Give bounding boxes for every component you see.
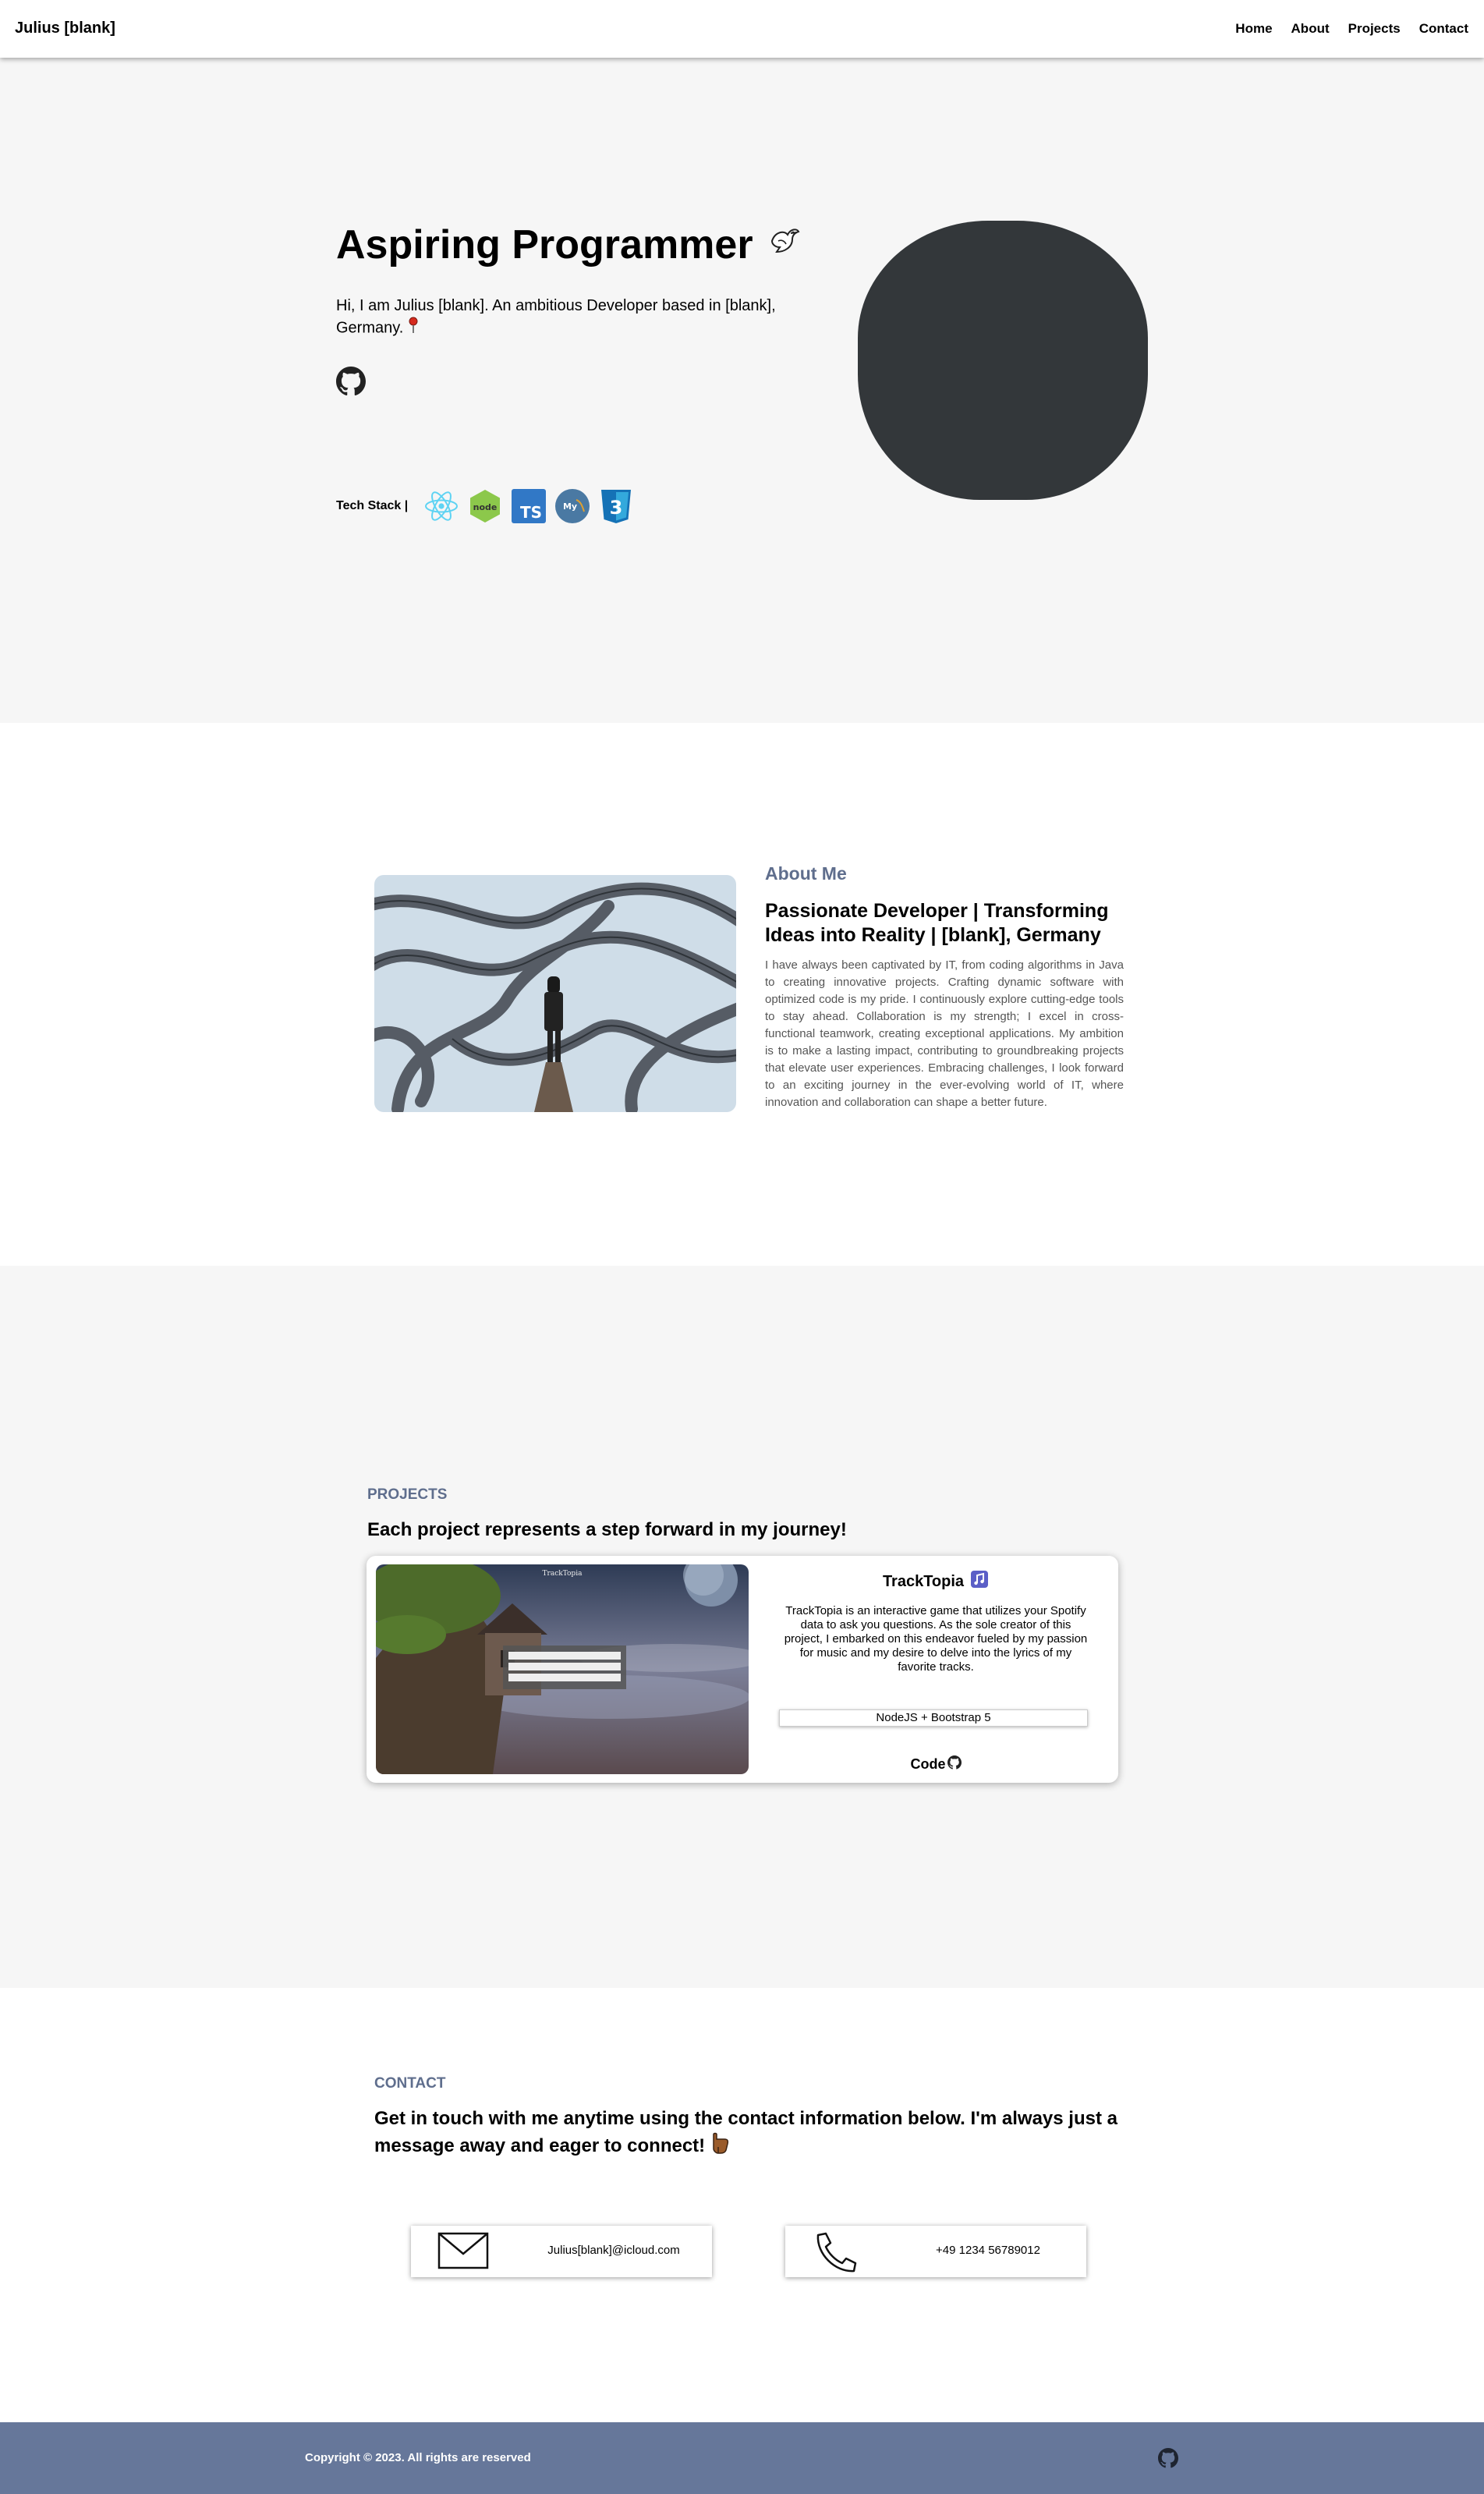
- nav-link-about[interactable]: About: [1291, 21, 1330, 37]
- footer: Copyright © 2023. All rights are reserve…: [0, 2422, 1484, 2494]
- tech-stack-label: Tech Stack |: [336, 499, 409, 512]
- contact-heading: Get in touch with me anytime using the c…: [374, 2106, 1139, 2162]
- react-icon: [423, 488, 459, 524]
- envelope-icon: [437, 2230, 489, 2275]
- typescript-icon: TS: [511, 488, 547, 524]
- project-stack: NodeJS + Bootstrap 5: [779, 1709, 1088, 1727]
- nav-link-contact[interactable]: Contact: [1419, 21, 1468, 37]
- svg-text:My: My: [563, 501, 577, 512]
- about-image: [374, 875, 736, 1112]
- pointing-down-icon: [710, 2131, 731, 2162]
- css3-icon: 3: [598, 488, 634, 524]
- tech-stack-icons: node TS My 3: [423, 488, 634, 524]
- svg-text:TS: TS: [520, 503, 542, 522]
- profile-image-placeholder: [858, 221, 1148, 500]
- github-icon[interactable]: [336, 367, 366, 400]
- project-thumbnail: TrackTopia: [376, 1564, 749, 1774]
- hero-intro: Hi, I am Julius [blank]. An ambitious De…: [336, 296, 804, 340]
- github-icon[interactable]: [1158, 2448, 1178, 2472]
- dove-icon: [767, 221, 802, 268]
- hero-title-text: Aspiring Programmer: [336, 222, 753, 267]
- phone-icon: [812, 2230, 859, 2278]
- pin-icon: [408, 317, 419, 340]
- email-contact-box[interactable]: Julius[blank]@icloud.com: [411, 2226, 712, 2277]
- tech-stack: Tech Stack | node TS My 3: [336, 488, 634, 524]
- svg-text:node: node: [473, 502, 498, 512]
- top-navbar: Julius [blank] Home About Projects Conta…: [0, 0, 1484, 58]
- project-card: TrackTopia TrackTopia TrackTopia is an i…: [367, 1556, 1118, 1783]
- projects-section: PROJECTS Each project represents a step …: [0, 1266, 1484, 1988]
- email-address[interactable]: Julius[blank]@icloud.com: [528, 2244, 699, 2257]
- brand-name[interactable]: Julius [blank]: [15, 19, 115, 37]
- nodejs-icon: node: [467, 488, 503, 524]
- contact-label: CONTACT: [374, 2075, 446, 2092]
- github-icon[interactable]: [947, 1755, 962, 1773]
- nav-link-home[interactable]: Home: [1235, 21, 1272, 37]
- music-note-icon: [970, 1570, 989, 1593]
- nav-link-projects[interactable]: Projects: [1348, 21, 1401, 37]
- hero-section: Aspiring Programmer Hi, I am Julius [bla…: [0, 58, 1484, 723]
- mysql-icon: My: [554, 488, 590, 524]
- project-title: TrackTopia: [780, 1570, 1092, 1593]
- svg-text:3: 3: [610, 497, 623, 519]
- about-heading: Passionate Developer | Transforming Idea…: [765, 900, 1109, 946]
- nav-links: Home About Projects Contact: [1235, 21, 1468, 37]
- copyright-text: Copyright © 2023. All rights are reserve…: [305, 2451, 531, 2464]
- projects-heading: Each project represents a step forward i…: [367, 1519, 847, 1540]
- thumbnail-caption: TrackTopia: [543, 1570, 583, 1578]
- hero-intro-text: Hi, I am Julius [blank]. An ambitious De…: [336, 297, 776, 337]
- project-description: TrackTopia is an interactive game that u…: [784, 1604, 1088, 1674]
- projects-label: PROJECTS: [367, 1486, 448, 1503]
- hero-title: Aspiring Programmer: [336, 221, 802, 268]
- phone-number[interactable]: +49 1234 56789012: [902, 2244, 1074, 2257]
- about-body: I have always been captivated by IT, fro…: [765, 958, 1124, 1109]
- project-code-label[interactable]: Code: [911, 1756, 946, 1773]
- contact-section: CONTACT Get in touch with me anytime usi…: [0, 1988, 1484, 2422]
- phone-contact-box[interactable]: +49 1234 56789012: [785, 2226, 1086, 2277]
- about-label: About Me: [765, 863, 847, 884]
- about-section: About Me Passionate Developer | Transfor…: [0, 723, 1484, 1266]
- project-code-link[interactable]: Code: [780, 1755, 1092, 1773]
- contact-heading-text: Get in touch with me anytime using the c…: [374, 2108, 1117, 2156]
- project-title-text: TrackTopia: [882, 1572, 965, 1590]
